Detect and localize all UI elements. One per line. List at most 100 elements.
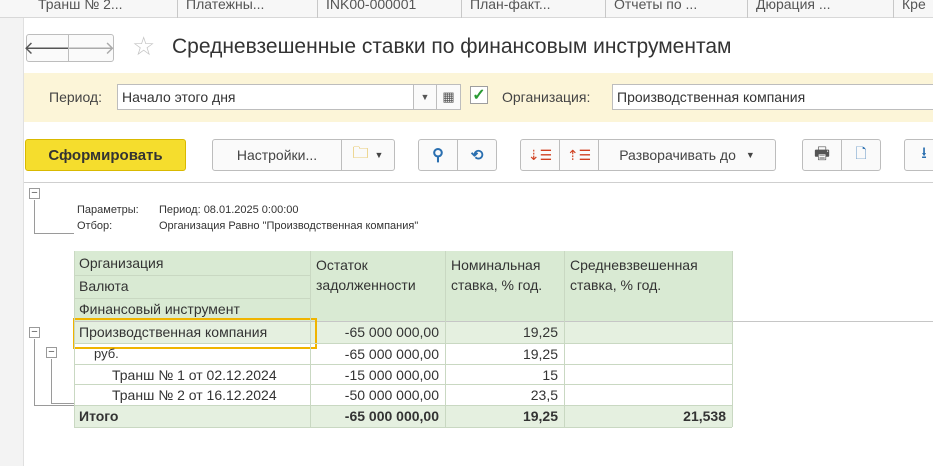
- search-next-button[interactable]: ⟲: [457, 139, 497, 171]
- row-currency-nominal[interactable]: 19,25: [446, 344, 564, 364]
- period-dropdown-button[interactable]: ▼: [413, 84, 437, 110]
- chevron-down-icon: ▼: [420, 92, 430, 102]
- save-button[interactable]: ⭳: [904, 139, 933, 171]
- download-icon: ⭳: [921, 144, 927, 162]
- params-value: Период: 08.01.2025 0:00:00: [159, 204, 299, 216]
- tree-line: [51, 359, 52, 403]
- organization-checkbox[interactable]: ✓: [470, 86, 488, 104]
- currency-collapse-toggle[interactable]: −: [46, 347, 57, 358]
- settings-button[interactable]: Настройки...: [212, 139, 342, 171]
- grid-line: [445, 251, 446, 427]
- grid-line: [74, 427, 732, 428]
- tab-duration[interactable]: Дюрация ...: [748, 0, 894, 18]
- total-weighted[interactable]: 21,538: [565, 406, 732, 427]
- tab-payments[interactable]: Платежны...: [178, 0, 318, 18]
- header-organization: Организация: [79, 255, 164, 271]
- grid-line: [74, 364, 732, 365]
- period-label: Период:: [49, 89, 102, 105]
- chevron-down-icon: ▼: [374, 150, 384, 160]
- header-weighted-rate: Средневзвешенная ставка, % год.: [565, 251, 732, 321]
- grid-line: [74, 298, 310, 299]
- arrow-right-icon: 🡒: [66, 37, 116, 58]
- params-label: Параметры:: [77, 204, 139, 216]
- organization-field[interactable]: Производственная компания: [612, 84, 933, 110]
- star-icon[interactable]: ☆: [132, 32, 155, 60]
- row-org-nominal[interactable]: 19,25: [446, 322, 564, 343]
- collapse-all-button[interactable]: ⇣☰: [520, 139, 560, 171]
- row-org-debt[interactable]: -65 000 000,00: [311, 322, 445, 343]
- search-icon: ⚲: [432, 147, 444, 164]
- print-button[interactable]: 🖶: [802, 139, 842, 171]
- total-label[interactable]: Итого: [74, 406, 310, 427]
- expand-to-button[interactable]: Разворачивать до ▼: [598, 139, 776, 171]
- checkmark-icon: ✓: [472, 87, 486, 104]
- report-toolbar: Сформировать Настройки... 🗀 ▼ ⚲ ⟲ ⇣☰ ⇡☰ …: [24, 134, 933, 174]
- filter-bar: Период: Начало этого дня ▼ ▦ ✓ Организац…: [24, 73, 933, 122]
- tree-line: [34, 339, 35, 405]
- filter-value: Организация Равно "Производственная комп…: [159, 220, 419, 232]
- folder-icon: 🗀: [352, 144, 369, 162]
- tree-line: [34, 405, 74, 406]
- tab-reports[interactable]: Отчеты по ...: [606, 0, 748, 18]
- row-tranche1-weighted[interactable]: [565, 365, 732, 385]
- page-title: Средневзешенные ставки по финансовым инс…: [172, 35, 732, 58]
- org-collapse-toggle[interactable]: −: [29, 327, 40, 338]
- sort-up-icon: ⇡☰: [566, 146, 592, 163]
- header-currency: Валюта: [79, 278, 129, 294]
- header-nominal-rate: Номинальная ставка, % год.: [446, 251, 564, 321]
- row-currency-debt[interactable]: -65 000 000,00: [311, 344, 445, 364]
- printer-icon: 🖶: [813, 143, 831, 163]
- header-instrument: Финансовый инструмент: [79, 301, 240, 317]
- grid-line: [310, 251, 311, 427]
- total-nominal[interactable]: 19,25: [446, 406, 564, 427]
- row-tranche2-weighted[interactable]: [565, 385, 732, 405]
- period-calendar-button[interactable]: ▦: [436, 84, 461, 110]
- expand-all-button[interactable]: ⇡☰: [559, 139, 599, 171]
- total-debt[interactable]: -65 000 000,00: [311, 406, 445, 427]
- row-tranche1-name[interactable]: Транш № 1 от 02.12.2024: [74, 365, 310, 385]
- search-refresh-icon: ⟲: [470, 147, 484, 164]
- tab-ink00[interactable]: INK00-000001: [318, 0, 462, 18]
- tab-tranche-2[interactable]: Транш № 2...: [30, 0, 178, 18]
- grouping-header: Организация Валюта Финансовый инструмент: [74, 251, 310, 321]
- organization-label: Организация:: [502, 89, 591, 105]
- preview-button[interactable]: 🗋: [841, 139, 881, 171]
- filter-label: Отбор:: [77, 220, 113, 232]
- row-currency-name[interactable]: руб.: [74, 344, 310, 364]
- row-tranche2-name[interactable]: Транш № 2 от 16.12.2024: [74, 385, 310, 405]
- tab-plan-fact[interactable]: План-факт...: [462, 0, 606, 18]
- tab-credits[interactable]: Кре: [894, 0, 933, 18]
- grid-line: [74, 275, 310, 276]
- params-collapse-toggle[interactable]: −: [29, 188, 40, 199]
- grid-line: [74, 343, 732, 344]
- back-button[interactable]: 🡐: [23, 34, 72, 62]
- row-tranche2-nominal[interactable]: 23,5: [446, 385, 564, 405]
- form-header: 🡐 🡒 ☆ Средневзешенные ставки по финансов…: [23, 18, 933, 72]
- search-button[interactable]: ⚲: [418, 139, 458, 171]
- row-currency-weighted[interactable]: [565, 344, 732, 364]
- row-tranche2-debt[interactable]: -50 000 000,00: [311, 385, 445, 405]
- variants-button[interactable]: 🗀 ▼: [341, 139, 395, 171]
- sort-down-icon: ⇣☰: [527, 146, 553, 163]
- row-org-weighted[interactable]: [565, 322, 732, 343]
- grid-line: [74, 251, 75, 427]
- chevron-down-icon: ▼: [745, 150, 755, 160]
- grid-line: [564, 251, 565, 427]
- calendar-icon: ▦: [442, 89, 455, 104]
- period-field[interactable]: Начало этого дня: [117, 84, 414, 110]
- tree-line: [34, 233, 74, 234]
- tree-line: [51, 403, 74, 404]
- report-area: − Параметры: Период: 08.01.2025 0:00:00 …: [24, 182, 933, 466]
- grid-line: [732, 251, 733, 427]
- left-panel-strip: [0, 0, 24, 466]
- print-preview-icon: 🗋: [855, 145, 867, 161]
- arrow-left-icon: 🡐: [23, 37, 72, 58]
- expand-to-label: Разворачивать до: [619, 147, 736, 163]
- open-tabs-bar: Транш № 2... Платежны... INK00-000001 Пл…: [0, 0, 933, 18]
- row-tranche1-nominal[interactable]: 15: [446, 365, 564, 385]
- header-debt: Остаток задолженности: [311, 251, 445, 321]
- tree-line: [34, 200, 35, 233]
- generate-button[interactable]: Сформировать: [25, 139, 186, 171]
- row-tranche1-debt[interactable]: -15 000 000,00: [311, 365, 445, 385]
- forward-button[interactable]: 🡒: [66, 34, 116, 62]
